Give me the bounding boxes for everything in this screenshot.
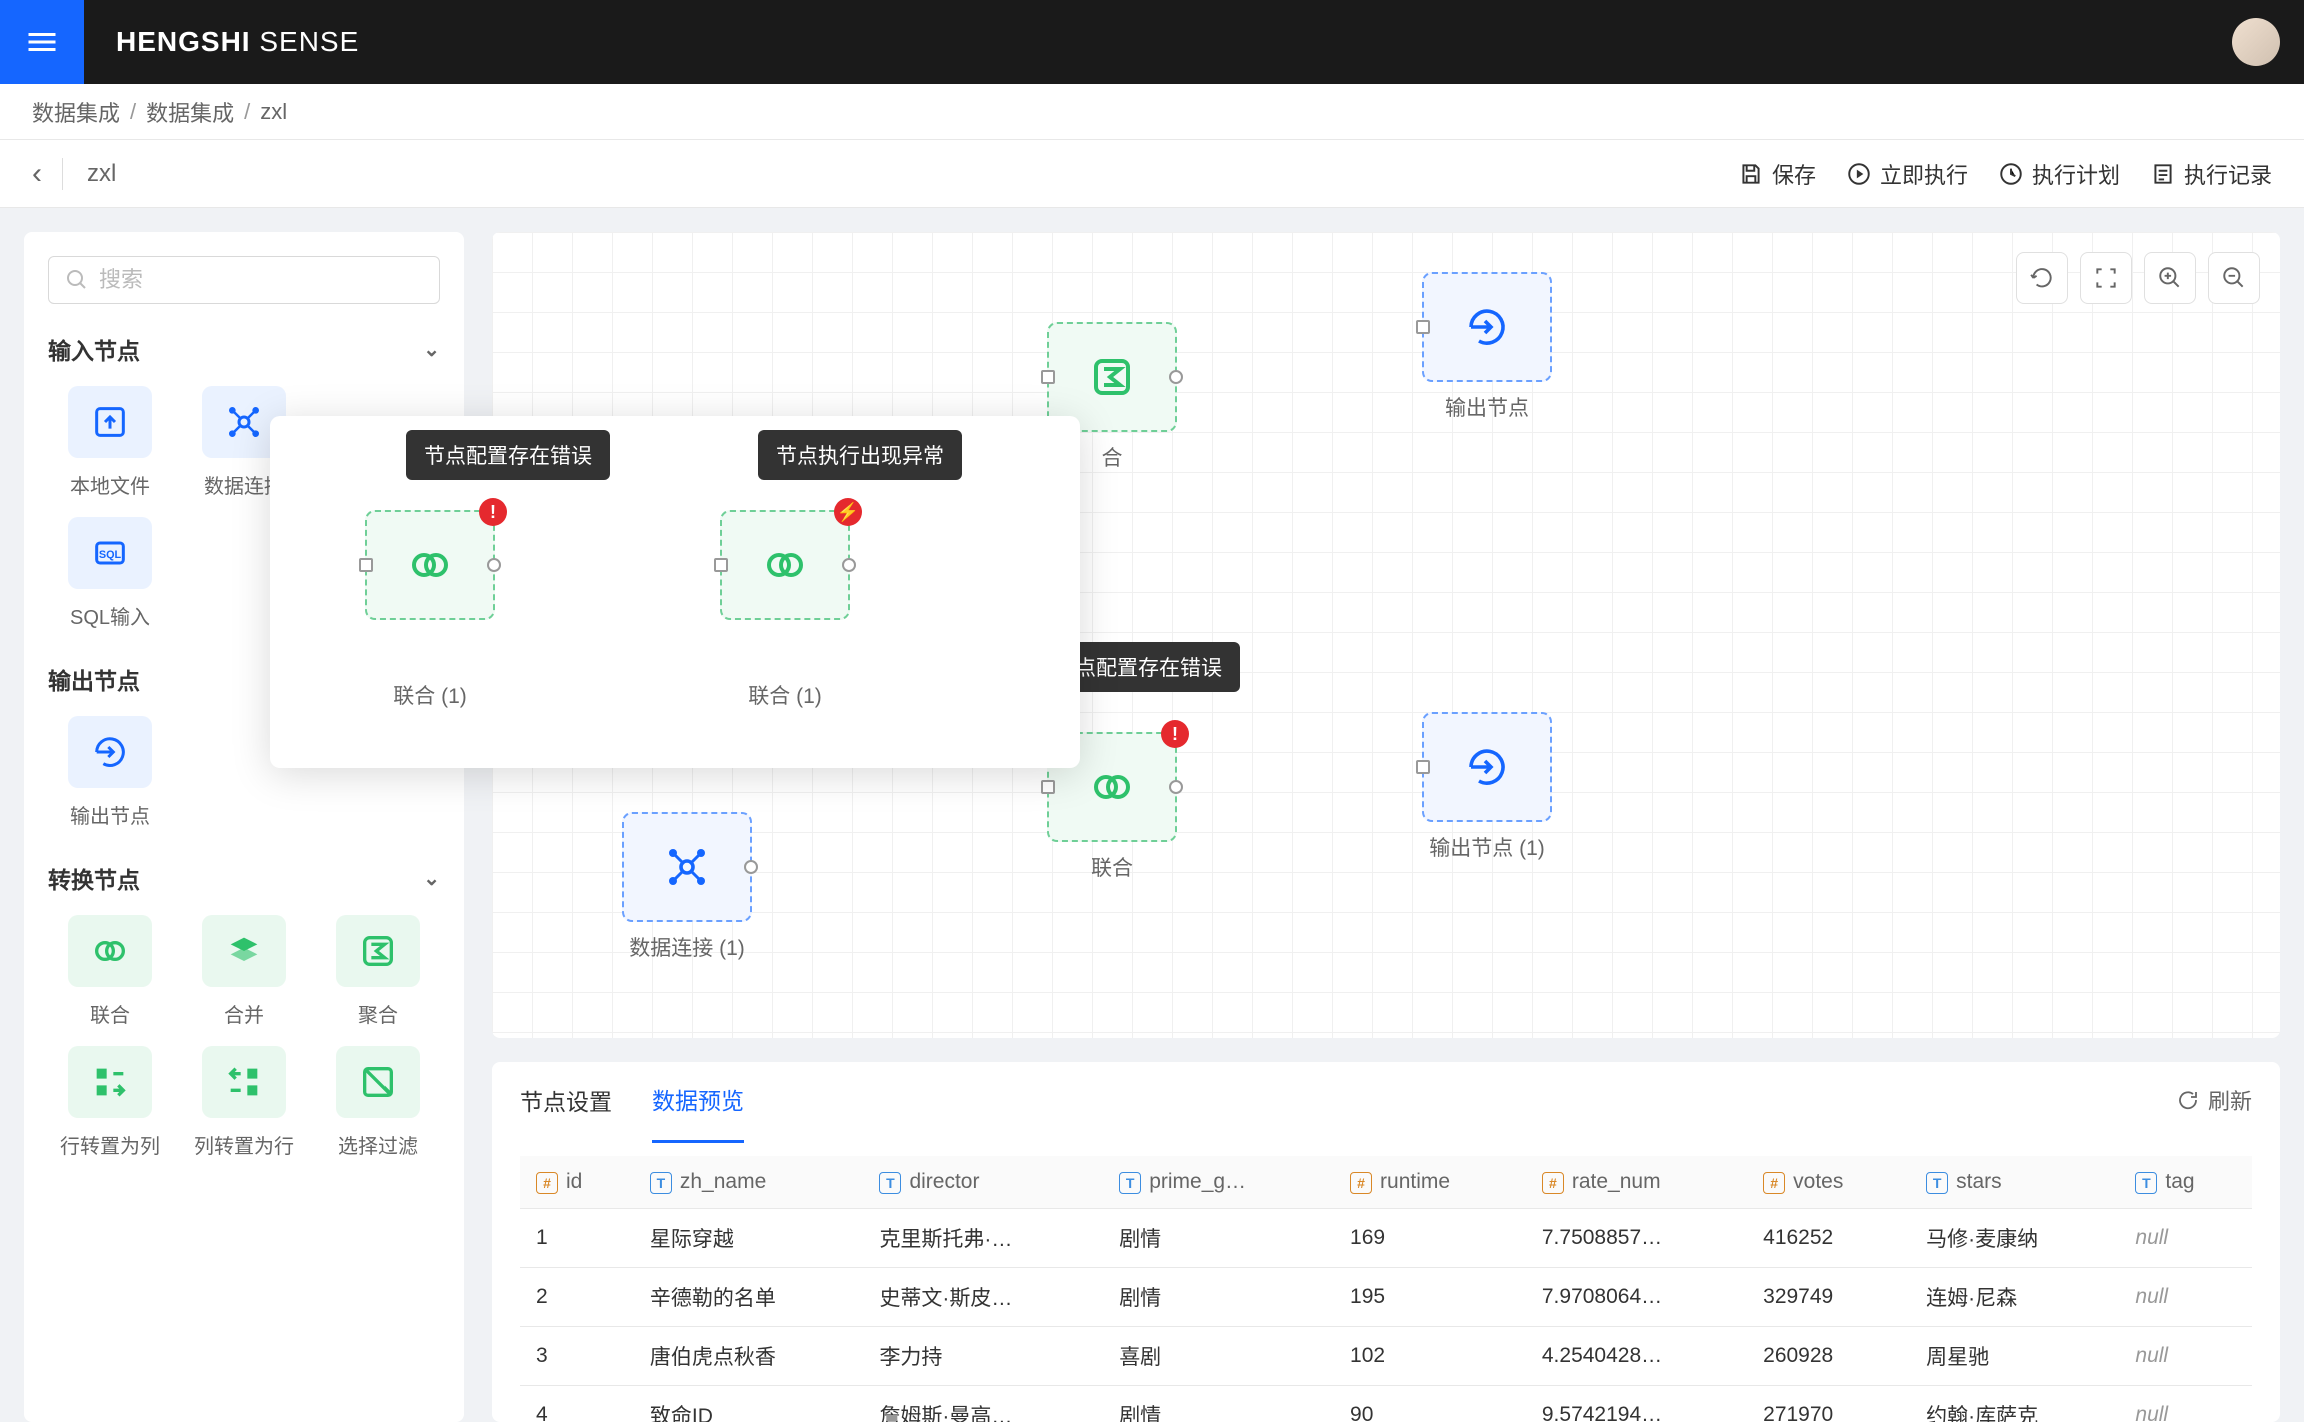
play-icon [1846, 161, 1872, 187]
search-icon [65, 268, 89, 292]
avatar[interactable] [2232, 18, 2280, 66]
output-icon [90, 732, 130, 772]
union-icon [1088, 763, 1136, 811]
merge-icon [224, 931, 264, 971]
sidebar: 输入节点 ⌄ 本地文件 数据连接 SQL SQL输入 输出节点 ⌄ [24, 232, 464, 1422]
page-title: zxl [87, 160, 116, 188]
refresh-icon [2176, 1088, 2200, 1112]
error-badge: ! [1161, 720, 1189, 748]
pivot-icon [90, 1062, 130, 1102]
history-icon [2150, 161, 2176, 187]
menu-icon [24, 24, 60, 60]
canvas-zoom-out-button[interactable] [2208, 252, 2260, 304]
table-column-header[interactable]: #id [520, 1156, 634, 1209]
sql-icon: SQL [90, 533, 130, 573]
sigma-icon [1088, 353, 1136, 401]
table-column-header[interactable]: Tprime_g… [1103, 1156, 1334, 1209]
node-filter[interactable]: 选择过滤 [316, 1046, 440, 1159]
flow-node-dataconn[interactable]: 数据连接 (1) [622, 812, 752, 962]
save-button[interactable]: 保存 [1738, 158, 1816, 190]
topbar: HENGSHI SENSE [0, 0, 2304, 84]
overlay-node-union-1[interactable]: ! 联合 (1) [365, 510, 495, 710]
exception-badge: ⚡ [834, 498, 862, 526]
unpivot-icon [224, 1062, 264, 1102]
table-row[interactable]: 2辛德勒的名单史蒂文·斯皮…剧情1957.9708064…329749连姆·尼森… [520, 1268, 2252, 1327]
hamburger-menu[interactable] [0, 0, 84, 84]
output-icon [1463, 303, 1511, 351]
tooltip-config-error: 节点配置存在错误 [406, 430, 610, 480]
schedule-button[interactable]: 执行计划 [1998, 158, 2120, 190]
table-column-header[interactable]: #votes [1747, 1156, 1910, 1209]
chevron-down-icon: ⌄ [423, 337, 440, 362]
flow-node-output-1[interactable]: 输出节点 [1422, 272, 1552, 422]
canvas-fit-button[interactable] [2080, 252, 2132, 304]
search-input[interactable] [48, 256, 440, 304]
connection-icon [224, 402, 264, 442]
table-column-header[interactable]: #rate_num [1526, 1156, 1747, 1209]
union-icon [761, 541, 809, 589]
tab-data-preview[interactable]: 数据预览 [652, 1062, 744, 1143]
output-icon [1463, 743, 1511, 791]
connection-icon [663, 843, 711, 891]
breadcrumb-item: zxl [260, 99, 287, 125]
table-column-header[interactable]: Ttag [2119, 1156, 2252, 1209]
history-button[interactable]: 执行记录 [2150, 158, 2272, 190]
svg-text:SQL: SQL [99, 549, 122, 561]
node-pivot-col-row[interactable]: 列转置为行 [182, 1046, 306, 1159]
node-aggregate[interactable]: 聚合 [316, 915, 440, 1028]
node-union[interactable]: 联合 [48, 915, 172, 1028]
sigma-icon [358, 931, 398, 971]
table-column-header[interactable]: Tzh_name [634, 1156, 864, 1209]
brand: HENGSHI SENSE [116, 26, 359, 58]
table-row[interactable]: 3唐伯虎点秋香李力持喜剧1024.2540428…260928周星驰null [520, 1327, 2252, 1386]
tooltip-runtime-error: 节点执行出现异常 [758, 430, 962, 480]
table-column-header[interactable]: #runtime [1334, 1156, 1526, 1209]
node-output[interactable]: 输出节点 [48, 716, 172, 829]
breadcrumb-item[interactable]: 数据集成 [32, 96, 120, 128]
error-badge: ! [479, 498, 507, 526]
table-row[interactable]: 1星际穿越克里斯托弗·…剧情1697.7508857…416252马修·麦康纳n… [520, 1209, 2252, 1268]
table-row[interactable]: 4致命ID詹姆斯·曼高…剧情909.5742194…271970约翰·库萨克nu… [520, 1386, 2252, 1422]
filter-icon [358, 1062, 398, 1102]
node-pivot-row-col[interactable]: 行转置为列 [48, 1046, 172, 1159]
chevron-down-icon: ⌄ [423, 866, 440, 891]
table-column-header[interactable]: Tstars [1910, 1156, 2119, 1209]
toolbar: ‹ zxl 保存 立即执行 执行计划 执行记录 [0, 140, 2304, 208]
union-icon [406, 541, 454, 589]
tab-node-settings[interactable]: 节点设置 [520, 1062, 612, 1141]
data-table: #idTzh_nameTdirectorTprime_g…#runtime#ra… [520, 1156, 2252, 1422]
node-sql-input[interactable]: SQL SQL输入 [48, 517, 172, 630]
clock-icon [1998, 161, 2024, 187]
canvas-reset-button[interactable] [2016, 252, 2068, 304]
overlay-node-union-2[interactable]: ⚡ 联合 (1) [720, 510, 850, 710]
canvas-zoom-in-button[interactable] [2144, 252, 2196, 304]
upload-file-icon [90, 402, 130, 442]
flow-node-output-2[interactable]: 输出节点 (1) [1422, 712, 1552, 862]
back-button[interactable]: ‹ [32, 157, 42, 191]
union-icon [90, 931, 130, 971]
data-panel: 节点设置 数据预览 刷新 #idTzh_nameTdirectorTprime_… [492, 1062, 2280, 1422]
save-icon [1738, 161, 1764, 187]
table-column-header[interactable]: Tdirector [863, 1156, 1103, 1209]
section-input-nodes[interactable]: 输入节点 ⌄ [48, 332, 440, 366]
node-local-file[interactable]: 本地文件 [48, 386, 172, 499]
breadcrumb: 数据集成 / 数据集成 / zxl [0, 84, 2304, 140]
breadcrumb-item[interactable]: 数据集成 [146, 96, 234, 128]
section-transform-nodes[interactable]: 转换节点 ⌄ [48, 861, 440, 895]
refresh-button[interactable]: 刷新 [2176, 1084, 2252, 1116]
error-tooltip: 点配置存在错误 [1057, 642, 1240, 692]
run-now-button[interactable]: 立即执行 [1846, 158, 1968, 190]
node-merge[interactable]: 合并 [182, 915, 306, 1028]
